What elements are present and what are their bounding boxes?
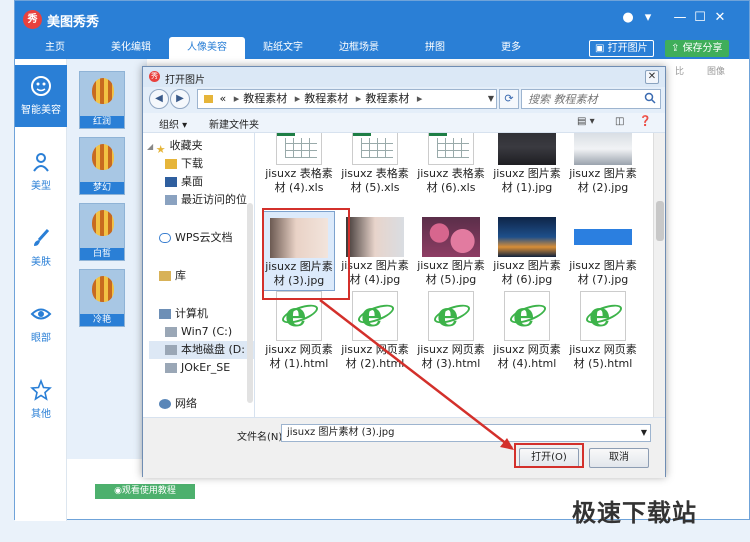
arrow-annotation [319,299,514,450]
watermark-text: 极速下载站 [572,499,697,527]
